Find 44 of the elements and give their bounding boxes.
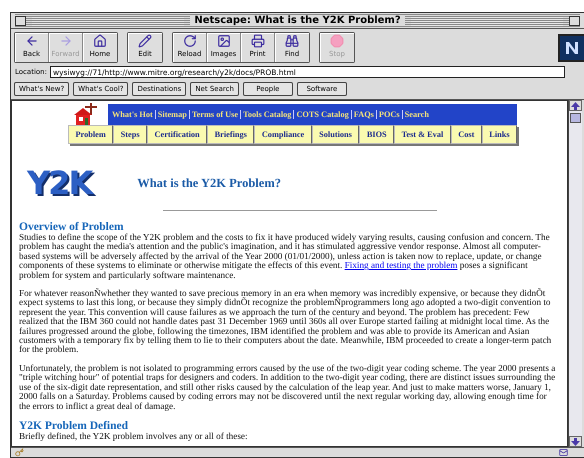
nav-tab[interactable]: Problem bbox=[68, 125, 114, 144]
printer-icon bbox=[250, 34, 264, 48]
nav-link[interactable]: Sitemap bbox=[156, 110, 190, 119]
nav-link[interactable]: COTS Catalog bbox=[294, 110, 352, 119]
up-arrow-icon[interactable] bbox=[571, 102, 580, 110]
nav-tab[interactable]: Certification bbox=[147, 125, 208, 144]
nav-tab[interactable]: BIOS bbox=[359, 125, 394, 144]
scrollbar[interactable] bbox=[568, 100, 582, 447]
nav-link[interactable]: FAQs bbox=[352, 110, 377, 119]
window-title: Netscape: What is the Y2K Problem? bbox=[190, 15, 405, 26]
paragraph: Briefly defined, the Y2K problem involves any or all of these: bbox=[19, 432, 249, 442]
page-title: What is the Y2K Problem? bbox=[137, 176, 281, 190]
logo: Y2K bbox=[27, 164, 92, 202]
mail-icon[interactable] bbox=[559, 448, 568, 457]
nav-tab[interactable]: Compliance bbox=[254, 125, 312, 144]
reload-icon bbox=[182, 34, 196, 48]
netscape-logo-icon bbox=[558, 34, 584, 62]
nav-tab[interactable]: Test & Eval bbox=[394, 125, 451, 144]
down-arrow-icon[interactable] bbox=[571, 438, 580, 446]
nav-link[interactable]: Tools Catalog bbox=[241, 110, 294, 119]
pencil-icon bbox=[138, 34, 152, 48]
home-icon bbox=[93, 34, 107, 48]
nav-link[interactable]: Search bbox=[402, 110, 431, 119]
paragraph: Unfortunately, the problem is not isolated to programming errors caused by the use of the two-digit year coding scheme. The year 2000 presents a "triple witching hour" of potential traps for designers and coders. In addition to the two-digit year coding, there are distinct issues surrounding the use of the six-digit date representation, and still other risks caused by the calculation of the leap year. And just to make matters worse, January 1, 2000 falls on a Saturday. Problems caused by coding errors may not be discovered until the next regular working day, allowing enough time for the errors to inflict a great deal of damage. bbox=[19, 364, 556, 411]
close-box[interactable] bbox=[15, 16, 26, 26]
paragraph: For whatever reasonÑwhether they wanted to save precious memory in an era when memory was incredibly expensive, or because they didnÕt expect systems to last this long, or because they simply didnÕt recognize the problemÑprogrammers long ago adopted a two-digit convention to represent the year. This convention will cause failures as we approach the turn of the century and beyond. The problem has precedent: Few realized that the IBM 360 could not handle dates past 31 December 1969 until 360s all over Europe started failing at midnight local time. As the failures progressed around the globe, following the timezones, IBM identified the problem and was able to provide its American and Asian customers with a temporary fix by telling them to lie to their computers about the date. Meanwhile, IBM proceeded to create a longer-term patch for the problem. bbox=[19, 289, 552, 355]
nav-tab[interactable]: Steps bbox=[113, 125, 148, 144]
section-heading: Overview of Problem bbox=[19, 221, 125, 233]
key-icon bbox=[15, 448, 24, 457]
stop-icon bbox=[330, 34, 344, 48]
zoom-box[interactable] bbox=[569, 16, 580, 26]
link[interactable]: Fixing and testing the problem bbox=[344, 260, 458, 270]
nav-tab[interactable]: Briefings bbox=[207, 125, 254, 144]
scroll-thumb[interactable] bbox=[570, 113, 581, 123]
nav-tab[interactable]: Links bbox=[482, 125, 518, 144]
nav-link[interactable]: What's Hot bbox=[110, 110, 156, 119]
paragraph: Studies to define the scope of the Y2K problem and the costs to fix it have produced widely varying results, causing confusion and concern. The problem has caught the media's attention and the public's imagination, and it has stimulated aggressive vendor response. Almost all computer-based systems will be adversely affected by the arrival of the Year 2000 (01/01/2000), unless action is taken now to replace, update, or change components of these systems to eliminate or otherwise mitigate the effects of this event. Fixing and testing the problem poses a significant problem for system and particularly software maintenance. bbox=[19, 233, 551, 280]
nav-link[interactable]: POCs bbox=[376, 110, 403, 119]
nav-tab[interactable]: Solutions bbox=[312, 125, 360, 144]
image-icon bbox=[216, 34, 230, 48]
binoculars-icon bbox=[285, 34, 299, 48]
section-heading: Y2K Problem Defined bbox=[19, 420, 130, 432]
nav-tab[interactable]: Cost bbox=[450, 125, 482, 144]
nav-link[interactable]: Terms of Use bbox=[190, 110, 242, 119]
